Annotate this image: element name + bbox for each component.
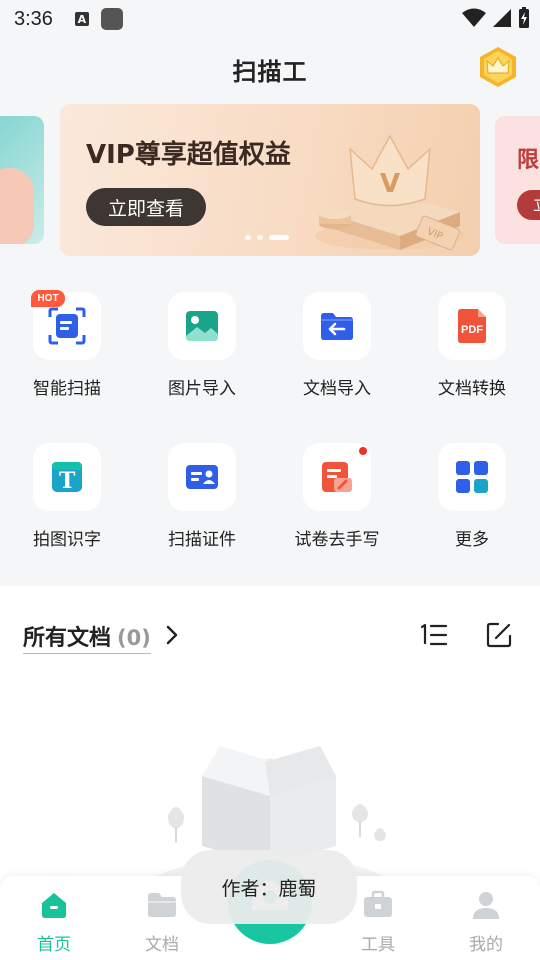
tool-doc-import[interactable]: 文档导入: [282, 292, 392, 402]
tool-remove-handwriting[interactable]: 试卷去手写: [282, 443, 392, 553]
tool-label: 智能扫描: [33, 379, 101, 399]
nav-label: 我的: [469, 935, 503, 955]
signal-icon: [493, 9, 511, 27]
documents-count: (0): [117, 626, 151, 650]
vip-crown-icon[interactable]: [476, 45, 520, 89]
tool-icon-container: [303, 292, 371, 360]
chevron-right-icon[interactable]: [163, 624, 181, 646]
pdf-convert-icon: PDF: [458, 309, 486, 343]
banner-next-title: 限: [517, 148, 540, 173]
documents-title: 所有文档: [23, 626, 112, 651]
svg-text:T: T: [59, 468, 76, 494]
ocr-icon: T: [52, 462, 82, 494]
doc-import-icon: [321, 313, 353, 340]
more-grid-icon: [456, 461, 488, 493]
folder-icon: [148, 893, 176, 917]
carousel-dot: [257, 235, 263, 240]
tool-label: 扫描证件: [168, 530, 236, 550]
svg-text:PDF: PDF: [461, 324, 483, 336]
tool-smart-scan[interactable]: HOT 智能扫描: [12, 290, 122, 402]
nav-label: 工具: [361, 935, 395, 955]
tool-label: 图片导入: [168, 379, 236, 399]
tool-label: 试卷去手写: [294, 530, 380, 550]
image-import-icon: [186, 311, 218, 341]
title-bar: 扫描工: [0, 42, 540, 92]
tool-label: 拍图识字: [33, 530, 101, 550]
wifi-icon: [462, 8, 486, 27]
tool-doc-convert[interactable]: PDF 文档转换: [417, 292, 527, 402]
tool-label: 文档导入: [303, 379, 371, 399]
carousel-indicator: [245, 235, 289, 240]
id-scan-icon: [186, 465, 218, 489]
home-icon: [42, 893, 66, 918]
author-toast: 作者：鹿蜀: [181, 850, 357, 924]
status-bar: 3:36 A: [0, 0, 540, 38]
carousel-dot-active: [269, 235, 289, 240]
hot-badge: HOT: [31, 290, 65, 307]
vip-crown-illustration: V VIP: [315, 134, 465, 251]
svg-text:V: V: [380, 169, 400, 199]
tool-icon-container: T: [33, 443, 101, 511]
remove-handwriting-icon: [322, 462, 352, 492]
sort-list-icon[interactable]: [420, 622, 448, 648]
banner-prev-peek[interactable]: [0, 116, 44, 244]
tool-icon-container: [168, 443, 236, 511]
tool-icon-container: [303, 443, 371, 511]
app-title: 扫描工: [232, 58, 308, 86]
banner-title: VIP尊享超值权益: [86, 140, 291, 170]
toolbox-icon: [364, 890, 392, 917]
nav-profile[interactable]: 我的: [446, 890, 526, 955]
nav-home[interactable]: 首页: [14, 890, 94, 955]
tool-id-scan[interactable]: 扫描证件: [147, 443, 257, 553]
tool-label: 文档转换: [438, 379, 506, 399]
documents-toolbar: [420, 622, 512, 648]
tool-label: 更多: [455, 530, 489, 550]
tool-icon-container: [438, 443, 506, 511]
carousel-dot: [245, 235, 251, 240]
status-icons: [462, 7, 530, 29]
smart-scan-icon: [48, 307, 86, 345]
nav-label: 首页: [37, 935, 71, 955]
tool-icon-container: HOT: [31, 290, 101, 360]
tool-icon-container: PDF: [438, 292, 506, 360]
status-time: 3:36: [14, 7, 53, 30]
edit-icon[interactable]: [486, 622, 512, 648]
tool-more[interactable]: 更多: [417, 443, 527, 553]
new-indicator-dot: [359, 447, 367, 455]
banner-prev-image: [0, 168, 34, 244]
tool-image-import[interactable]: 图片导入: [147, 292, 257, 402]
vip-banner[interactable]: VIP尊享超值权益 立即查看 V VIP: [60, 104, 480, 256]
keyboard-indicator-icon: A: [74, 12, 89, 26]
view-now-button[interactable]: 立即查看: [86, 188, 206, 226]
tool-icon-container: [168, 292, 236, 360]
banner-next-button[interactable]: 立: [517, 190, 540, 220]
notification-app-icon: [100, 8, 123, 30]
profile-icon: [473, 892, 499, 919]
tool-ocr[interactable]: T 拍图识字: [12, 443, 122, 553]
banner-carousel[interactable]: VIP尊享超值权益 立即查看 V VIP 限 立: [0, 104, 540, 256]
banner-next-peek[interactable]: 限 立: [495, 116, 540, 244]
all-documents-header[interactable]: 所有文档 (0): [23, 620, 151, 654]
battery-icon: [519, 7, 529, 28]
tools-grid: HOT 智能扫描 图片导入 文档导入 PDF 文档转换 T 拍图识字 扫描证件 …: [0, 270, 540, 586]
nav-label: 文档: [145, 935, 179, 955]
